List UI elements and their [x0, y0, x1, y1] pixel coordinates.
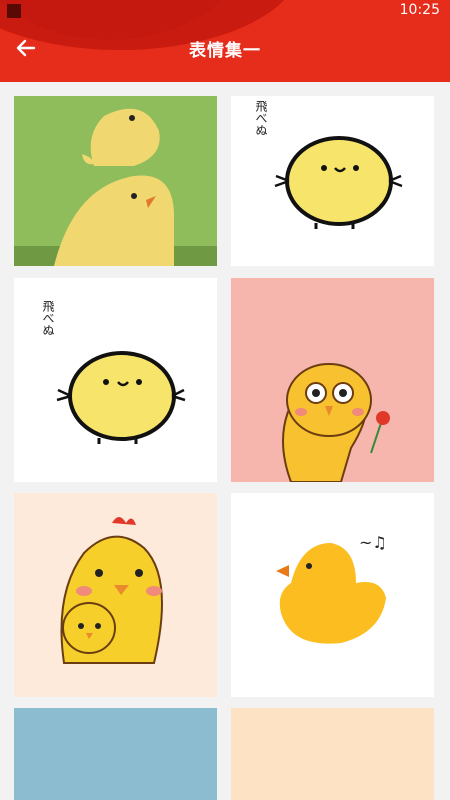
sticker-card-peach[interactable]	[231, 708, 434, 800]
sticker-card-chick-singing[interactable]: ~♫	[231, 493, 434, 697]
sticker-caption: 飛べぬ	[254, 100, 268, 136]
status-time: 10:25	[399, 2, 440, 18]
music-note-text: ~♫	[359, 533, 387, 552]
sticker-card-stacked-chicks[interactable]	[14, 96, 217, 266]
sticker-card-hen-and-chick[interactable]	[14, 493, 217, 697]
stacked-chicks-image	[14, 96, 217, 266]
app-bar: 10:25 表情集一	[0, 0, 450, 82]
sticker-caption: 飛べぬ	[41, 300, 55, 336]
blue-card-image	[14, 708, 217, 800]
chick-singing-image	[231, 493, 434, 697]
page-title: 表情集一	[189, 41, 261, 61]
status-app-icon	[7, 4, 21, 18]
sticker-card-chick-flying[interactable]: 飛べぬ	[231, 96, 434, 266]
peach-card-image	[231, 708, 434, 800]
sticker-card-chick-flying-2[interactable]: 飛べぬ	[14, 278, 217, 482]
sticker-card-blue[interactable]	[14, 708, 217, 800]
chick-with-flower-image	[231, 278, 434, 482]
hen-and-chick-image	[14, 493, 217, 697]
sticker-grid: 飛べぬ 飛べぬ ~♫	[0, 82, 450, 800]
sticker-card-chick-with-flower[interactable]	[231, 278, 434, 482]
